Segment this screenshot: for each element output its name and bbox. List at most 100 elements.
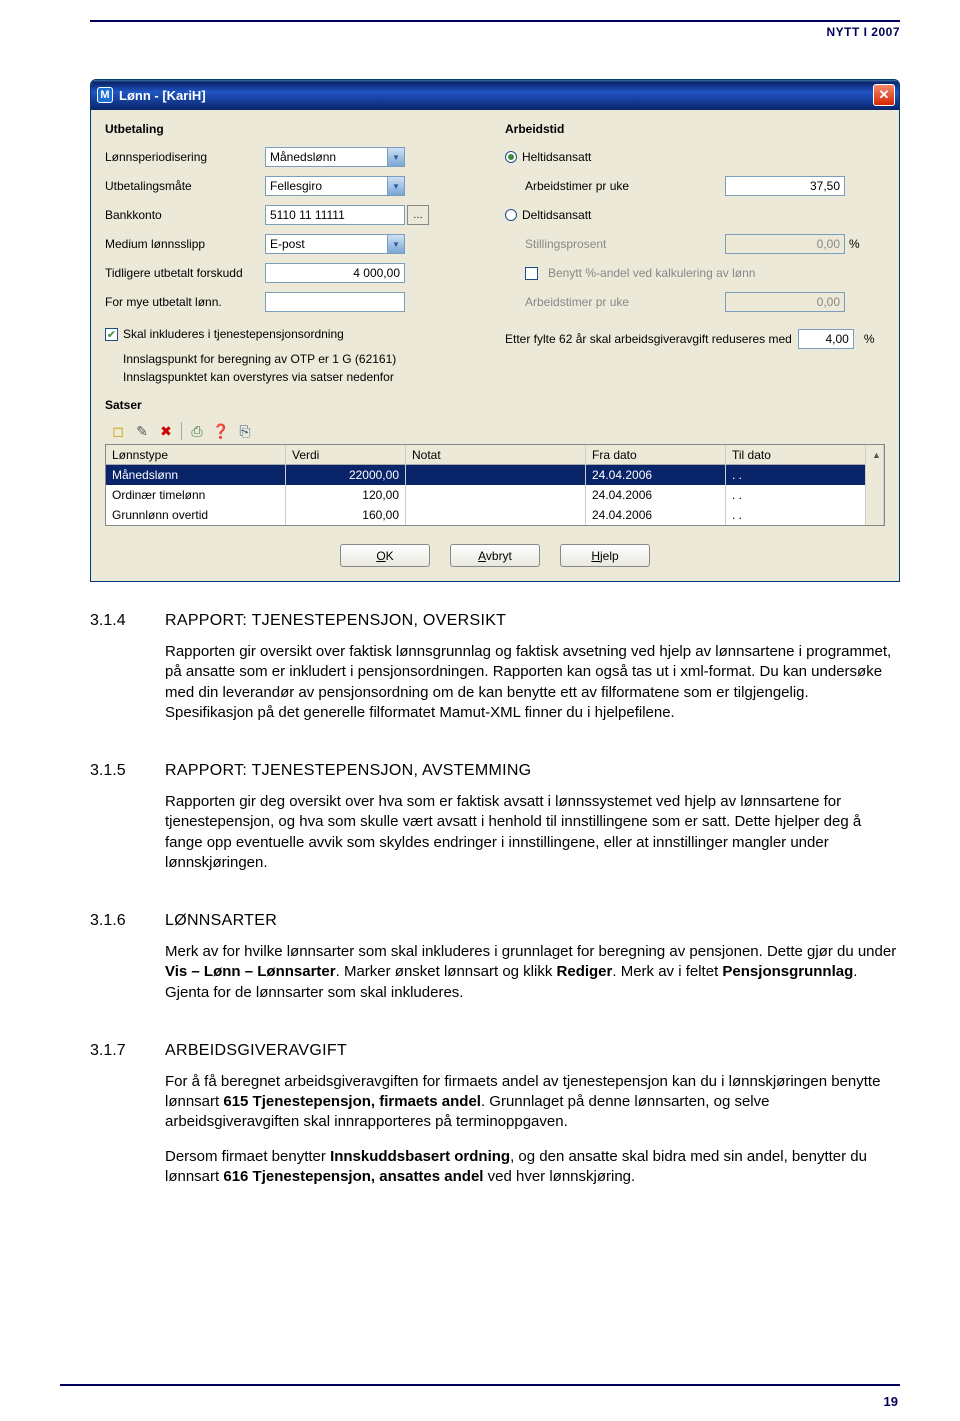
radio-icon [505, 151, 517, 163]
label-utbetalingsmate: Utbetalingsmåte [105, 179, 265, 193]
combo-utbetalingsmate[interactable]: Fellesgiro ▼ [265, 176, 405, 196]
overstyr-line: Innslagspunktet kan overstyres via satse… [105, 370, 485, 384]
section-title: LØNNSARTER [165, 912, 900, 930]
cell-val: 160,00 [286, 505, 406, 525]
input-tidligere[interactable] [265, 263, 405, 283]
cell-from: 24.04.2006 [586, 505, 726, 525]
combo-medium[interactable]: E-post ▼ [265, 234, 405, 254]
cell-type: Ordinær timelønn [106, 485, 286, 505]
label-benytt: Benytt %-andel ved kalkulering av lønn [548, 266, 755, 280]
cell-type: Grunnlønn overtid [106, 505, 286, 525]
section-num: 3.1.5 [90, 762, 145, 887]
cell-to: . . [726, 485, 866, 505]
section-317: 3.1.7 ARBEIDSGIVERAVGIFT For å få beregn… [90, 1042, 900, 1201]
cell-to: . . [726, 505, 866, 525]
delete-icon[interactable]: ✖ [157, 422, 175, 440]
checkbox-pension[interactable]: ✔ [105, 328, 118, 341]
table-row[interactable]: Månedslønn22000,0024.04.2006. . [106, 465, 884, 485]
radio-icon [505, 209, 517, 221]
close-button[interactable]: ✕ [873, 84, 895, 106]
table-row[interactable]: Ordinær timelønn120,00 24.04.2006. . [106, 485, 884, 505]
col-to[interactable]: Til dato [726, 445, 866, 465]
label-formye: For mye utbetalt lønn. [105, 295, 265, 309]
header-rule [90, 20, 900, 22]
col-from[interactable]: Fra dato [586, 445, 726, 465]
input-etter62[interactable] [798, 329, 854, 349]
col-val[interactable]: Verdi [286, 445, 406, 465]
avbryt-button[interactable]: Avbryt [450, 544, 540, 567]
section-num: 3.1.7 [90, 1042, 145, 1201]
input-formye[interactable] [265, 292, 405, 312]
exit-icon[interactable]: ⎘ [236, 422, 254, 440]
app-window: M Lønn - [KariH] ✕ Utbetaling Lønnsperio… [90, 79, 900, 582]
scrollbar-track[interactable] [866, 465, 884, 485]
section-title: ARBEIDSGIVERAVGIFT [165, 1042, 900, 1060]
edit-icon[interactable]: ✎ [133, 422, 151, 440]
section-314: 3.1.4 RAPPORT: TJENESTEPENSJON, OVERSIKT… [90, 612, 900, 737]
print-icon[interactable]: ⎙ [188, 422, 206, 440]
section-para: Rapporten gir oversikt over faktisk lønn… [165, 642, 900, 723]
cell-val: 120,00 [286, 485, 406, 505]
scrollbar-track[interactable] [866, 505, 884, 525]
satser-toolbar: ◻ ✎ ✖ ⎙ ❓ ⎘ [105, 418, 885, 444]
cell-note [406, 505, 586, 525]
col-type[interactable]: Lønnstype [106, 445, 286, 465]
section-num: 3.1.6 [90, 912, 145, 1017]
header-right: NYTT I 2007 [826, 25, 900, 39]
ok-button[interactable]: OK [340, 544, 430, 567]
page-number: 19 [884, 1394, 898, 1409]
input-arbeidstimer2 [725, 292, 845, 312]
new-icon[interactable]: ◻ [109, 422, 127, 440]
cell-to: . . [726, 465, 866, 485]
section-para: For å få beregnet arbeidsgiveravgiften f… [165, 1072, 900, 1133]
input-bankkonto[interactable] [265, 205, 405, 225]
label-periodisering: Lønnsperiodisering [105, 150, 265, 164]
help-icon[interactable]: ❓ [212, 422, 230, 440]
cell-type: Månedslønn [106, 465, 286, 485]
label-medium: Medium lønnsslipp [105, 237, 265, 251]
grid-header: Lønnstype Verdi Notat Fra dato Til dato … [106, 445, 884, 465]
window-title: Lønn - [KariH] [119, 88, 873, 103]
section-para: Merk av for hvilke lønnsarter som skal i… [165, 942, 900, 1003]
cell-from: 24.04.2006 [586, 485, 726, 505]
combo-periodisering[interactable]: Månedslønn ▼ [265, 147, 405, 167]
cell-from: 24.04.2006 [586, 465, 726, 485]
section-316: 3.1.6 LØNNSARTER Merk av for hvilke lønn… [90, 912, 900, 1017]
footer-rule [60, 1384, 900, 1386]
satser-title: Satser [105, 398, 885, 412]
label-pension-check: Skal inkluderes i tjenestepensjonsordnin… [123, 327, 344, 341]
label-arbeidstimer1: Arbeidstimer pr uke [525, 179, 725, 193]
chevron-down-icon: ▼ [387, 177, 404, 195]
section-title: RAPPORT: TJENESTEPENSJON, AVSTEMMING [165, 762, 900, 780]
label-stillingsprosent: Stillingsprosent [525, 237, 725, 251]
lookup-button[interactable]: … [407, 205, 429, 225]
group-utbetaling-title: Utbetaling [105, 122, 485, 136]
radio-heltid[interactable]: Heltidsansatt [505, 150, 591, 164]
chevron-down-icon: ▼ [387, 235, 404, 253]
group-utbetaling: Utbetaling Lønnsperiodisering Månedslønn… [105, 122, 485, 388]
col-note[interactable]: Notat [406, 445, 586, 465]
radio-deltid[interactable]: Deltidsansatt [505, 208, 591, 222]
group-arbeidstid-title: Arbeidstid [505, 122, 885, 136]
hjelp-button[interactable]: Hjelp [560, 544, 650, 567]
chevron-down-icon: ▼ [387, 148, 404, 166]
label-etter62: Etter fylte 62 år skal arbeidsgiveravgif… [505, 332, 792, 346]
label-arbeidstimer2: Arbeidstimer pr uke [525, 295, 725, 309]
section-para: Dersom firmaet benytter Innskuddsbasert … [165, 1147, 900, 1188]
scroll-up-icon[interactable]: ▲ [866, 445, 884, 465]
close-icon: ✕ [879, 87, 890, 103]
section-num: 3.1.4 [90, 612, 145, 737]
satser-grid: Lønnstype Verdi Notat Fra dato Til dato … [105, 444, 885, 526]
label-tidligere: Tidligere utbetalt forskudd [105, 266, 265, 280]
input-stillingsprosent [725, 234, 845, 254]
checkbox-benytt [525, 267, 538, 280]
cell-note [406, 485, 586, 505]
pct-sign-2: % [864, 332, 875, 346]
pct-sign: % [849, 237, 860, 251]
table-row[interactable]: Grunnlønn overtid160,00 24.04.2006. . [106, 505, 884, 525]
app-icon: M [97, 87, 113, 103]
otp-line: Innslagspunkt for beregning av OTP er 1 … [105, 352, 485, 366]
section-para: Rapporten gir deg oversikt over hva som … [165, 792, 900, 873]
input-arbeidstimer1[interactable] [725, 176, 845, 196]
scrollbar-track[interactable] [866, 485, 884, 505]
